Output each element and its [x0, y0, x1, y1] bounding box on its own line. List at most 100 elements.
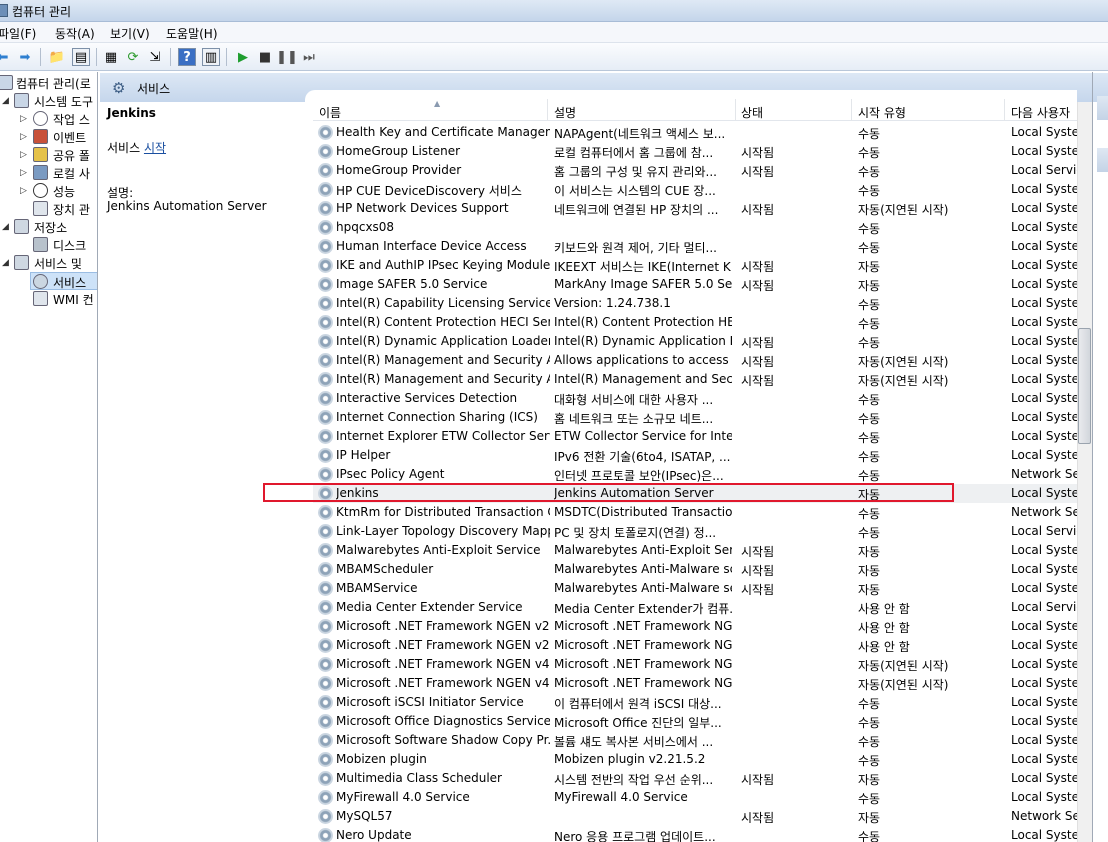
table-row[interactable]: Internet Connection Sharing (ICS) 홈 네트워크 …	[313, 408, 1077, 427]
table-row[interactable]: Intel(R) Dynamic Application Loader ... I…	[313, 332, 1077, 351]
table-row[interactable]: MyFirewall 4.0 Service MyFirewall 4.0 Ser…	[313, 788, 1077, 807]
table-row[interactable]: Intel(R) Content Protection HECI Serv...…	[313, 313, 1077, 332]
table-row[interactable]: HP Network Devices Support 네트워크에 연결된 HP 장…	[313, 199, 1077, 218]
start-service-link[interactable]: 시작	[144, 141, 166, 155]
properties-icon[interactable]: ▦	[102, 48, 120, 66]
expand-arrow-icon[interactable]: ▷	[20, 150, 27, 160]
stop-service-icon[interactable]: ■	[256, 48, 274, 66]
tree-item-label: 디스크	[53, 239, 87, 253]
collapse-arrow-icon[interactable]: ◢	[2, 96, 9, 106]
table-row[interactable]: Malwarebytes Anti-Exploit Service Malware…	[313, 541, 1077, 560]
tree-item-services[interactable]: 서비스	[30, 272, 97, 290]
table-row[interactable]: Internet Explorer ETW Collector Service E…	[313, 427, 1077, 446]
table-row[interactable]: MBAMService Malwarebytes Anti-Malware se.…	[313, 579, 1077, 598]
expand-arrow-icon[interactable]: ▷	[20, 114, 27, 124]
refresh-icon[interactable]: ⟳	[124, 48, 142, 66]
table-row[interactable]: Human Interface Device Access 키보드와 원격 제어,…	[313, 237, 1077, 256]
expand-arrow-icon[interactable]: ▷	[20, 132, 27, 142]
service-logon: Local Syster	[1011, 258, 1077, 272]
service-logon: Local Syster	[1011, 277, 1077, 291]
menu-action[interactable]: 동작(A)	[55, 25, 95, 42]
table-row[interactable]: HomeGroup Listener 로컬 컴퓨터에서 홈 그룹에 참... 시작됨…	[313, 142, 1077, 161]
table-row[interactable]: MBAMScheduler Malwarebytes Anti-Malware s…	[313, 560, 1077, 579]
table-row[interactable]: HomeGroup Provider 홈 그룹의 구성 및 유지 관리와... 시작…	[313, 161, 1077, 180]
tree-item-label: 장치 관	[53, 203, 90, 217]
table-row[interactable]: Microsoft Office Diagnostics Service Micr…	[313, 712, 1077, 731]
actions-section-services[interactable]	[1097, 96, 1108, 120]
service-desc: NAPAgent(네트워크 액세스 보...	[554, 127, 726, 141]
service-name: MyFirewall 4.0 Service	[336, 790, 470, 804]
service-startup-type: 자동	[858, 564, 881, 578]
column-description[interactable]: 설명	[554, 104, 576, 121]
collapse-arrow-icon[interactable]: ◢	[2, 258, 9, 268]
table-row[interactable]: Microsoft .NET Framework NGEN v4.... Micr…	[313, 655, 1077, 674]
back-icon[interactable]: ⬅	[0, 48, 12, 66]
service-name: MySQL57	[336, 809, 393, 823]
toolbar-separator	[170, 48, 171, 66]
column-separator[interactable]	[851, 99, 852, 121]
table-row[interactable]: KtmRm for Distributed Transaction C... MS…	[313, 503, 1077, 522]
service-startup-type: 자동(지연된 시작)	[858, 374, 949, 388]
table-row[interactable]: Interactive Services Detection 대화형 서비스에 대…	[313, 389, 1077, 408]
help-icon[interactable]: ?	[178, 48, 196, 66]
service-startup-type: 수동	[858, 222, 881, 236]
table-row[interactable]: Media Center Extender Service Media Cente…	[313, 598, 1077, 617]
table-row[interactable]: IKE and AuthIP IPsec Keying Modules IKEEX…	[313, 256, 1077, 275]
restart-service-icon[interactable]: ⏭	[300, 48, 318, 66]
shared-folder-icon	[33, 147, 48, 162]
wmi-icon	[33, 291, 48, 306]
column-startup-type[interactable]: 시작 유형	[858, 104, 906, 121]
table-row[interactable]: IP Helper IPv6 전환 기술(6to4, ISATAP, ... 수동 L…	[313, 446, 1077, 465]
show-hide-action-pane-icon[interactable]: ▥	[202, 48, 220, 66]
service-description: Jenkins Automation Server	[107, 199, 267, 213]
vertical-scrollbar[interactable]	[1077, 102, 1092, 842]
table-row[interactable]: Mobizen plugin Mobizen plugin v2.21.5.2 수동…	[313, 750, 1077, 769]
column-name[interactable]: 이름	[319, 104, 341, 121]
table-row[interactable]: Intel(R) Capability Licensing Service I.…	[313, 294, 1077, 313]
table-row[interactable]: Nero Update Nero 응용 프로그램 업데이트... 수동 Local S…	[313, 826, 1077, 842]
tree-item-label: WMI 컨	[53, 293, 94, 307]
tree-item-label: 로컬 사	[53, 167, 90, 181]
expand-arrow-icon[interactable]: ▷	[20, 186, 27, 196]
table-row[interactable]: IPsec Policy Agent 인터넷 프로토콜 보안(IPsec)은...…	[313, 465, 1077, 484]
table-row[interactable]: Microsoft .NET Framework NGEN v2.... Micr…	[313, 636, 1077, 655]
window-title: 컴퓨터 관리	[12, 5, 72, 19]
table-row[interactable]: Intel(R) Management and Security A... Int…	[313, 370, 1077, 389]
column-separator[interactable]	[1004, 99, 1005, 121]
table-row[interactable]: Image SAFER 5.0 Service MarkAny Image SAF…	[313, 275, 1077, 294]
column-separator[interactable]	[735, 99, 736, 121]
table-row[interactable]: Intel(R) Management and Security A... All…	[313, 351, 1077, 370]
table-row[interactable]: Multimedia Class Scheduler 시스템 전반의 작업 우선 …	[313, 769, 1077, 788]
show-hide-console-tree-icon[interactable]: ▤	[72, 48, 90, 66]
service-name: Microsoft .NET Framework NGEN v4....	[336, 657, 550, 671]
actions-section-selected[interactable]	[1097, 148, 1108, 172]
table-row[interactable]: hpqcxs08 수동 Local Syster	[313, 218, 1077, 237]
collapse-arrow-icon[interactable]: ◢	[2, 222, 9, 232]
tools-icon	[14, 93, 29, 108]
table-row[interactable]: Microsoft Software Shadow Copy Pr... 볼륨 섀…	[313, 731, 1077, 750]
table-row[interactable]: Health Key and Certificate Managem... NAP…	[313, 123, 1077, 142]
pause-service-icon[interactable]: ❚❚	[276, 48, 298, 66]
table-row[interactable]: Link-Layer Topology Discovery Mapper PC 및…	[313, 522, 1077, 541]
menu-help[interactable]: 도움말(H)	[166, 25, 218, 42]
service-status: 시작됨	[741, 146, 775, 160]
table-row[interactable]: MySQL57 시작됨 자동 Network Se	[313, 807, 1077, 826]
table-row[interactable]: Microsoft .NET Framework NGEN v2.... Micr…	[313, 617, 1077, 636]
table-row[interactable]: Microsoft .NET Framework NGEN v4.... Micr…	[313, 674, 1077, 693]
forward-icon[interactable]: ➡	[16, 48, 34, 66]
column-separator[interactable]	[547, 99, 548, 121]
table-row[interactable]: Microsoft iSCSI Initiator Service 이 컴퓨터에서…	[313, 693, 1077, 712]
expand-arrow-icon[interactable]: ▷	[20, 168, 27, 178]
menu-view[interactable]: 보기(V)	[110, 25, 150, 42]
service-name: Intel(R) Dynamic Application Loader ...	[336, 334, 550, 348]
up-folder-icon[interactable]: 📁	[48, 48, 66, 66]
table-row[interactable]: HP CUE DeviceDiscovery 서비스 이 서비스는 시스템의 CU…	[313, 180, 1077, 199]
column-status[interactable]: 상태	[741, 104, 763, 121]
export-list-icon[interactable]: ⇲	[146, 48, 164, 66]
service-name: Internet Connection Sharing (ICS)	[336, 410, 538, 424]
column-log-on-as[interactable]: 다음 사용자	[1011, 104, 1070, 121]
scrollbar-thumb[interactable]	[1078, 328, 1091, 444]
start-service-icon[interactable]: ▶	[234, 48, 252, 66]
menu-file[interactable]: 파일(F)	[0, 25, 36, 42]
service-gear-icon	[318, 448, 333, 463]
